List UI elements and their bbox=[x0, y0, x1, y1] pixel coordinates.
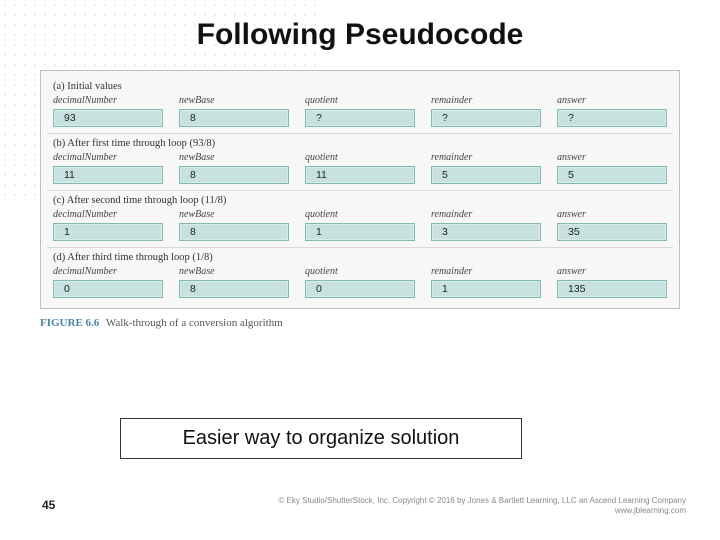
col-remainder: remainder 5 bbox=[431, 152, 541, 184]
figure-number: FIGURE 6.6 bbox=[40, 317, 99, 329]
figure-caption: FIGURE 6.6 Walk-through of a conversion … bbox=[40, 317, 680, 329]
col-decimalnumber: decimalNumber 1 bbox=[53, 209, 163, 241]
cell-value: 1 bbox=[431, 280, 541, 298]
col-decimalnumber: decimalNumber 93 bbox=[53, 95, 163, 127]
col-newbase: newBase 8 bbox=[179, 95, 289, 127]
copyright-notice: © Eky Studio/ShutterStock, Inc. Copyrigh… bbox=[278, 496, 686, 516]
col-head-answer: answer bbox=[557, 209, 667, 220]
col-head-quotient: quotient bbox=[305, 209, 415, 220]
col-head-newbase: newBase bbox=[179, 95, 289, 106]
page-number: 45 bbox=[42, 498, 55, 512]
slide: Following Pseudocode (a) Initial values … bbox=[0, 0, 720, 540]
col-head-decimalnumber: decimalNumber bbox=[53, 95, 163, 106]
callout-box: Easier way to organize solution bbox=[120, 418, 522, 459]
copyright-line1: © Eky Studio/ShutterStock, Inc. Copyrigh… bbox=[278, 496, 686, 506]
cell-value: 11 bbox=[305, 166, 415, 184]
section-c: (c) After second time through loop (11/8… bbox=[47, 191, 673, 248]
col-head-answer: answer bbox=[557, 152, 667, 163]
col-head-newbase: newBase bbox=[179, 152, 289, 163]
cell-value: 8 bbox=[179, 223, 289, 241]
col-quotient: quotient 1 bbox=[305, 209, 415, 241]
section-d: (d) After third time through loop (1/8) … bbox=[47, 248, 673, 304]
col-answer: answer 5 bbox=[557, 152, 667, 184]
cell-value: 8 bbox=[179, 166, 289, 184]
section-a-label: (a) Initial values bbox=[53, 81, 669, 92]
col-quotient: quotient ? bbox=[305, 95, 415, 127]
cell-value: 3 bbox=[431, 223, 541, 241]
col-head-remainder: remainder bbox=[431, 209, 541, 220]
col-head-decimalnumber: decimalNumber bbox=[53, 209, 163, 220]
col-head-decimalnumber: decimalNumber bbox=[53, 152, 163, 163]
cell-value: ? bbox=[557, 109, 667, 127]
cell-value: 1 bbox=[305, 223, 415, 241]
col-head-remainder: remainder bbox=[431, 266, 541, 277]
col-head-decimalnumber: decimalNumber bbox=[53, 266, 163, 277]
col-remainder: remainder 3 bbox=[431, 209, 541, 241]
col-decimalnumber: decimalNumber 11 bbox=[53, 152, 163, 184]
table-row: decimalNumber 1 newBase 8 quotient 1 rem… bbox=[51, 209, 669, 241]
copyright-line2: www.jblearning.com bbox=[278, 506, 686, 516]
section-c-label: (c) After second time through loop (11/8… bbox=[53, 195, 669, 206]
cell-value: 135 bbox=[557, 280, 667, 298]
table-row: decimalNumber 11 newBase 8 quotient 11 r… bbox=[51, 152, 669, 184]
section-b: (b) After first time through loop (93/8)… bbox=[47, 134, 673, 191]
figure-box: (a) Initial values decimalNumber 93 newB… bbox=[40, 70, 680, 309]
cell-value: 8 bbox=[179, 280, 289, 298]
col-head-newbase: newBase bbox=[179, 209, 289, 220]
figure-caption-text: Walk-through of a conversion algorithm bbox=[106, 317, 283, 329]
col-head-answer: answer bbox=[557, 266, 667, 277]
cell-value: 11 bbox=[53, 166, 163, 184]
cell-value: 93 bbox=[53, 109, 163, 127]
cell-value: 0 bbox=[53, 280, 163, 298]
col-head-quotient: quotient bbox=[305, 95, 415, 106]
table-row: decimalNumber 93 newBase 8 quotient ? re… bbox=[51, 95, 669, 127]
cell-value: 1 bbox=[53, 223, 163, 241]
col-newbase: newBase 8 bbox=[179, 266, 289, 298]
col-head-quotient: quotient bbox=[305, 266, 415, 277]
col-head-remainder: remainder bbox=[431, 95, 541, 106]
col-remainder: remainder 1 bbox=[431, 266, 541, 298]
col-head-newbase: newBase bbox=[179, 266, 289, 277]
col-answer: answer 135 bbox=[557, 266, 667, 298]
cell-value: ? bbox=[305, 109, 415, 127]
slide-title: Following Pseudocode bbox=[0, 0, 720, 62]
cell-value: 35 bbox=[557, 223, 667, 241]
col-newbase: newBase 8 bbox=[179, 209, 289, 241]
col-remainder: remainder ? bbox=[431, 95, 541, 127]
figure-container: (a) Initial values decimalNumber 93 newB… bbox=[40, 70, 680, 329]
col-quotient: quotient 0 bbox=[305, 266, 415, 298]
cell-value: ? bbox=[431, 109, 541, 127]
col-decimalnumber: decimalNumber 0 bbox=[53, 266, 163, 298]
col-head-answer: answer bbox=[557, 95, 667, 106]
cell-value: 0 bbox=[305, 280, 415, 298]
col-newbase: newBase 8 bbox=[179, 152, 289, 184]
col-head-remainder: remainder bbox=[431, 152, 541, 163]
col-head-quotient: quotient bbox=[305, 152, 415, 163]
col-answer: answer ? bbox=[557, 95, 667, 127]
cell-value: 5 bbox=[557, 166, 667, 184]
section-d-label: (d) After third time through loop (1/8) bbox=[53, 252, 669, 263]
table-row: decimalNumber 0 newBase 8 quotient 0 rem… bbox=[51, 266, 669, 298]
cell-value: 5 bbox=[431, 166, 541, 184]
cell-value: 8 bbox=[179, 109, 289, 127]
section-a: (a) Initial values decimalNumber 93 newB… bbox=[47, 77, 673, 134]
section-b-label: (b) After first time through loop (93/8) bbox=[53, 138, 669, 149]
col-answer: answer 35 bbox=[557, 209, 667, 241]
col-quotient: quotient 11 bbox=[305, 152, 415, 184]
